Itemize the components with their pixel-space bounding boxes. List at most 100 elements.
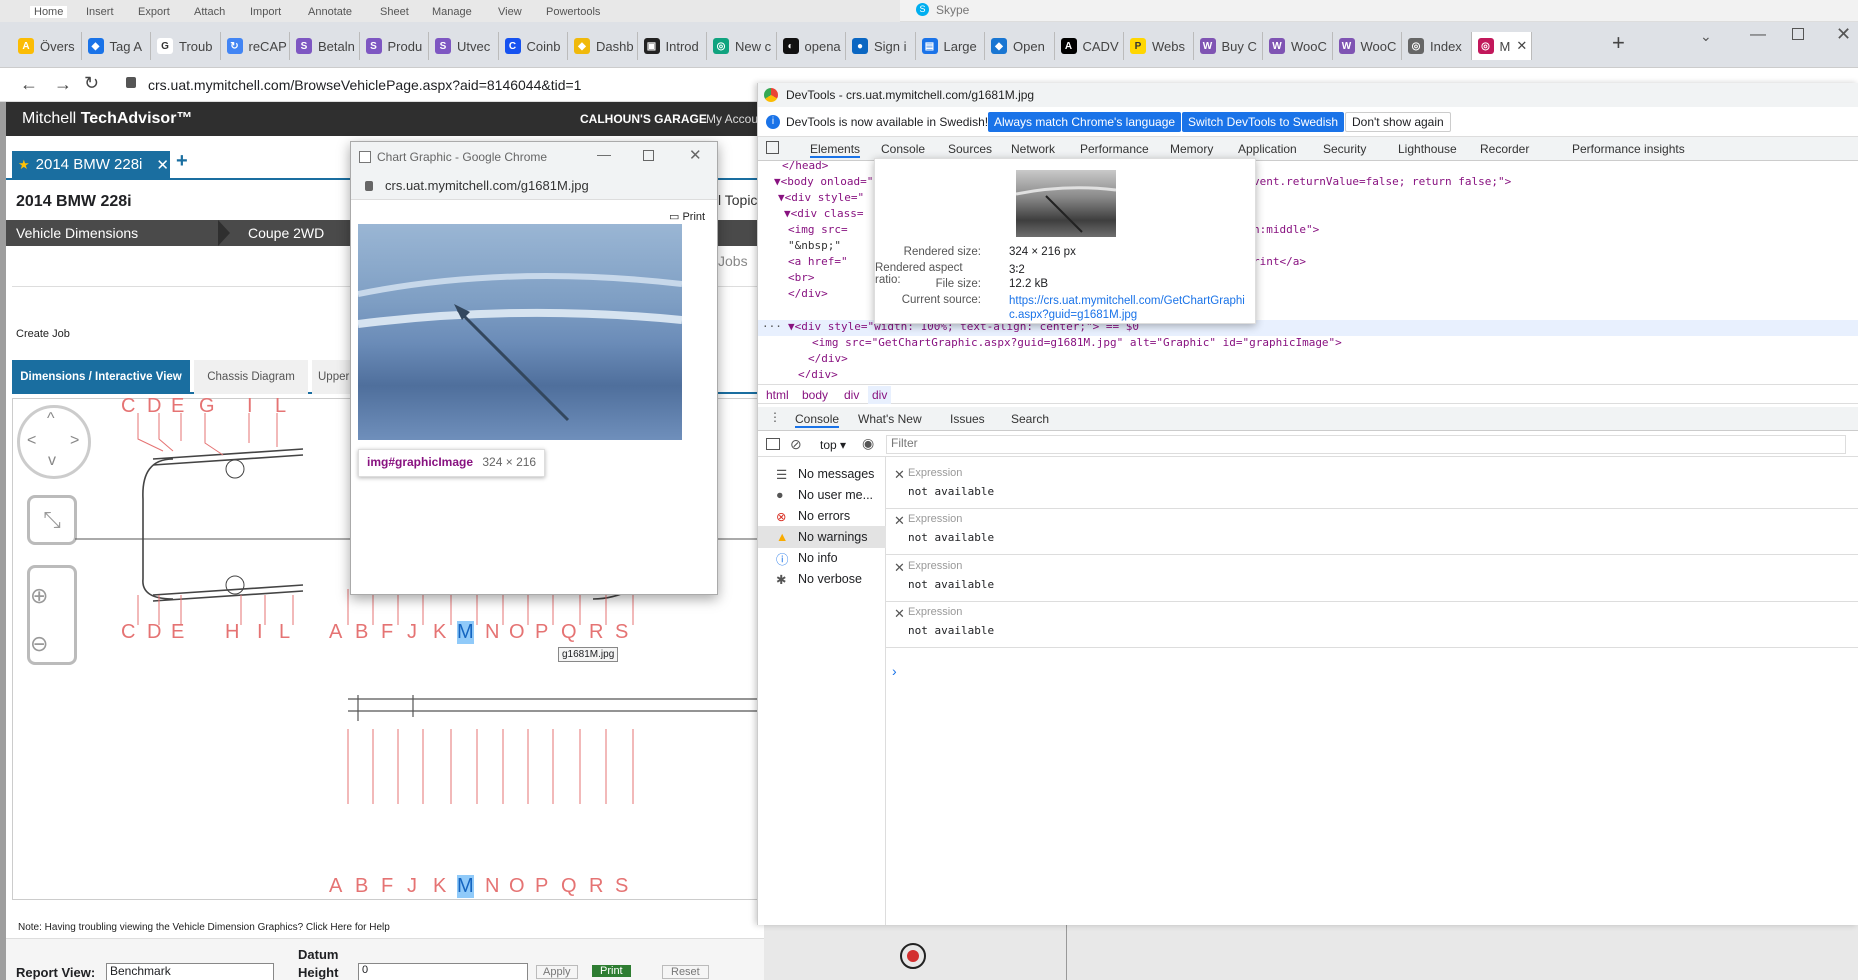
label-lower-m[interactable]: M (457, 875, 474, 898)
remove-expression-icon[interactable]: ✕ (894, 513, 905, 529)
drawer-tab-console[interactable]: Console (795, 412, 840, 428)
label-lower-p[interactable]: P (535, 875, 548, 898)
menu-view[interactable]: View (498, 6, 522, 18)
devtools-tab-console[interactable]: Console (881, 142, 925, 156)
devtools-tab-application[interactable]: Application (1238, 142, 1297, 156)
jobs-tab[interactable]: Jobs (718, 253, 748, 269)
sidebar-messages[interactable]: ☰ No messages (758, 463, 888, 485)
browser-tab[interactable]: ▣ Introd (638, 32, 707, 60)
live-expression-2[interactable]: ✕ Expression not available (886, 509, 1858, 555)
devtools-tab-memory[interactable]: Memory (1170, 142, 1213, 156)
label-lower-a[interactable]: A (329, 875, 342, 898)
devtools-tab-performance[interactable]: Performance (1080, 142, 1149, 156)
account-link[interactable]: My Accou (706, 112, 758, 126)
remove-expression-icon[interactable]: ✕ (894, 606, 905, 622)
tab-chassis-diagram[interactable]: Chassis Diagram (194, 360, 308, 394)
vehicle-tab[interactable]: ★ 2014 BMW 228i ✕ (12, 151, 170, 178)
print-button[interactable]: Print (592, 965, 631, 977)
popup-close-icon[interactable]: ✕ (689, 146, 702, 164)
crumb-div-selected[interactable]: div (868, 386, 892, 404)
label-lower-r[interactable]: R (589, 875, 603, 898)
label-lower-s[interactable]: S (615, 875, 628, 898)
minimize-icon[interactable]: — (1750, 26, 1766, 44)
menu-annotate[interactable]: Annotate (308, 6, 352, 18)
devtools-tab-security[interactable]: Security (1323, 142, 1366, 156)
menu-manage[interactable]: Manage (432, 6, 472, 18)
sidebar-user-messages[interactable]: ● No user me... (758, 484, 888, 506)
browser-tab[interactable]: W WooC (1263, 32, 1333, 60)
devtools-tab-recorder[interactable]: Recorder (1480, 142, 1529, 156)
browser-tab[interactable]: ◎ Index (1402, 32, 1472, 60)
sidebar-info[interactable]: ⓘ No info (758, 547, 888, 569)
code-line-body[interactable]: ▼<body onload=" (774, 175, 873, 188)
back-icon[interactable]: ← (20, 74, 38, 95)
crumb-body[interactable]: body (802, 388, 828, 402)
drawer-tab-whats-new[interactable]: What's New (858, 412, 922, 426)
browser-tab[interactable]: G Troub (151, 32, 221, 60)
menu-powertools[interactable]: Powertools (546, 6, 600, 18)
reload-icon[interactable]: ↻ (84, 73, 99, 94)
sidebar-verbose[interactable]: ✱ No verbose (758, 568, 888, 590)
tab-dimensions[interactable]: Dimensions / Interactive View (12, 360, 190, 394)
browser-tab[interactable]: ◆ Dashb (568, 32, 638, 60)
label-o[interactable]: O (509, 621, 525, 644)
live-expression-4[interactable]: ✕ Expression not available (886, 602, 1858, 648)
crumb-div[interactable]: div (844, 388, 859, 402)
switch-swedish-button[interactable]: Switch DevTools to Swedish (1182, 112, 1345, 132)
devtools-tab-performance-insights[interactable]: Performance insights (1572, 142, 1685, 156)
current-source-link[interactable]: https://crs.uat.mymitchell.com/GetChartG… (1009, 294, 1249, 322)
browser-tab[interactable]: ◎ New c (707, 32, 777, 60)
devtools-tab-sources[interactable]: Sources (948, 142, 992, 156)
browser-tab[interactable]: W WooC (1333, 32, 1402, 60)
label-k[interactable]: K (433, 621, 446, 644)
topic-label[interactable]: l Topic (718, 192, 757, 208)
code-line-close-div2[interactable]: </div> (808, 352, 848, 365)
label-n[interactable]: N (485, 621, 499, 644)
label-p[interactable]: P (535, 621, 548, 644)
add-vehicle-tab-button[interactable]: + (176, 150, 188, 173)
browser-tab[interactable]: S Produ (360, 32, 429, 60)
close-tab-icon[interactable]: ✕ (1516, 38, 1527, 54)
new-tab-button[interactable]: + (1612, 30, 1625, 56)
live-expression-1[interactable]: ✕ Expression not available (886, 463, 1858, 509)
height-input[interactable]: 0 (358, 963, 528, 980)
label-lower-j[interactable]: J (407, 875, 417, 898)
code-line-graphic-img[interactable]: <img src="GetChartGraphic.aspx?guid=g168… (812, 336, 1342, 349)
sidebar-toggle-icon[interactable] (766, 438, 780, 450)
label-r[interactable]: R (589, 621, 603, 644)
context-select[interactable]: top ▾ (820, 438, 846, 452)
browser-tab[interactable]: ▤ Large (916, 32, 985, 60)
tab-search-icon[interactable]: ⌄ (1700, 28, 1712, 45)
browser-tab[interactable]: C Coinb (499, 32, 568, 60)
label-s[interactable]: S (615, 621, 628, 644)
maximize-icon[interactable] (1792, 28, 1804, 40)
menu-attach[interactable]: Attach (194, 6, 225, 18)
live-expression-3[interactable]: ✕ Expression not available (886, 556, 1858, 602)
browser-tab[interactable]: P Webs (1124, 32, 1194, 60)
graphic-image[interactable] (358, 224, 682, 440)
code-line-img[interactable]: <img src= (788, 223, 848, 236)
browser-tab[interactable]: W Buy C (1194, 32, 1263, 60)
code-line-close-div3[interactable]: </div> (798, 368, 838, 378)
apply-button[interactable]: Apply (536, 965, 578, 979)
live-expression-icon[interactable]: ◉ (862, 435, 874, 452)
dont-show-button[interactable]: Don't show again (1345, 112, 1451, 132)
popup-print-link[interactable]: ▭ Print (669, 210, 705, 223)
close-tab-icon[interactable]: ✕ (156, 156, 169, 174)
console-prompt[interactable]: › (892, 663, 897, 679)
code-line-a[interactable]: <a href=" (788, 255, 848, 268)
remove-expression-icon[interactable]: ✕ (894, 560, 905, 576)
browser-tab[interactable]: S Utvec (429, 32, 499, 60)
popup-maximize-icon[interactable] (643, 150, 654, 161)
browser-tab[interactable]: ● Sign i (846, 32, 916, 60)
label-f[interactable]: F (381, 621, 393, 644)
browser-tab[interactable]: ◎ M ✕ (1471, 32, 1532, 60)
help-note[interactable]: Note: Having troubling viewing the Vehic… (18, 922, 390, 933)
label-lower-b[interactable]: B (355, 875, 368, 898)
browser-tab[interactable]: A CADV (1055, 32, 1124, 60)
inspect-element-icon[interactable] (766, 141, 779, 154)
label-lower-k[interactable]: K (433, 875, 446, 898)
code-line-close-div[interactable]: </div> (788, 287, 828, 300)
popup-minimize-icon[interactable]: — (597, 146, 611, 162)
report-view-select[interactable]: Benchmark (106, 963, 274, 980)
